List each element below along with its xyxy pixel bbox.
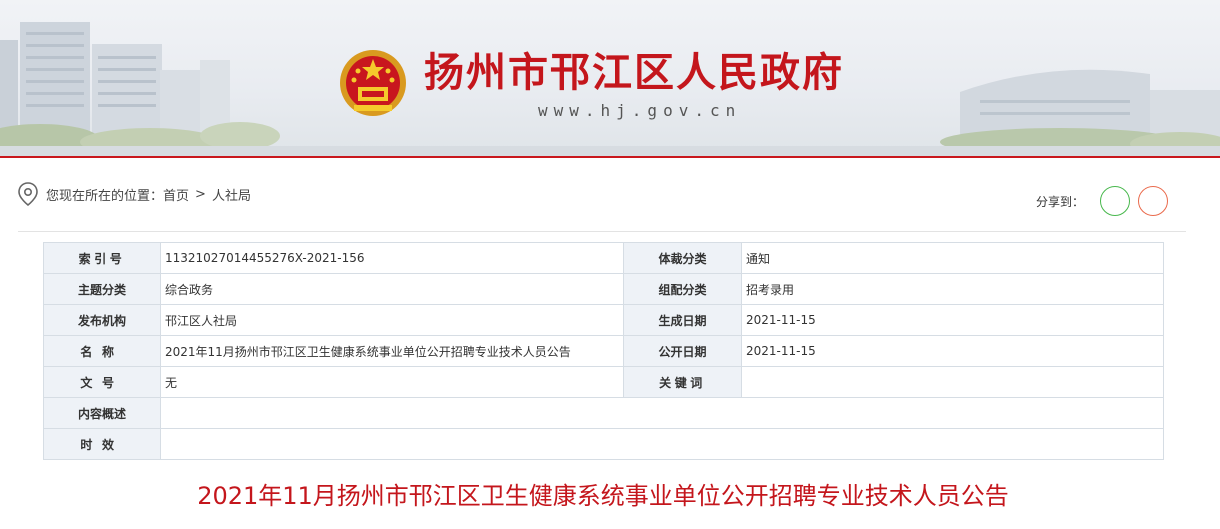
share-bar: 分享到： xyxy=(1036,185,1176,217)
doc-no-label: 文号 xyxy=(43,366,161,398)
topic-value: 综合政务 xyxy=(160,273,624,305)
site-header-banner: 扬州市邗江区人民政府 www.hj.gov.cn xyxy=(0,0,1220,158)
table-row: 主题分类 综合政务 组配分类 招考录用 xyxy=(43,273,1164,305)
breadcrumb-separator: > xyxy=(195,186,206,202)
breadcrumb: 您现在所在的位置： 首页 > 人社局 xyxy=(18,180,251,208)
genre-label: 体裁分类 xyxy=(623,242,742,274)
published-date-value: 2021-11-15 xyxy=(741,335,1164,367)
genre-value: 通知 xyxy=(741,242,1164,274)
table-row: 索引号 11321027014455276X-2021-156 体裁分类 通知 xyxy=(43,242,1164,274)
keywords-value xyxy=(741,366,1164,398)
national-emblem-icon xyxy=(340,50,406,116)
created-date-label: 生成日期 xyxy=(623,304,742,336)
site-title: 扬州市邗江区人民政府 xyxy=(424,50,844,96)
name-value: 2021年11月扬州市邗江区卫生健康系统事业单位公开招聘专业技术人员公告 xyxy=(160,335,624,367)
topic-label: 主题分类 xyxy=(43,273,161,305)
published-date-label: 公开日期 xyxy=(623,335,742,367)
index-no-value: 11321027014455276X-2021-156 xyxy=(160,242,624,274)
index-no-label: 索引号 xyxy=(43,242,161,274)
name-label: 名称 xyxy=(43,335,161,367)
table-row: 发布机构 邗江区人社局 生成日期 2021-11-15 xyxy=(43,304,1164,336)
breadcrumb-home-link[interactable]: 首页 xyxy=(163,185,189,204)
keywords-label: 关键词 xyxy=(623,366,742,398)
wechat-icon[interactable] xyxy=(1100,186,1131,216)
category-label: 组配分类 xyxy=(623,273,742,305)
table-row: 时效 xyxy=(43,428,1164,460)
header-divider xyxy=(0,156,1220,158)
publisher-label: 发布机构 xyxy=(43,304,161,336)
breadcrumb-current-link[interactable]: 人社局 xyxy=(212,185,251,204)
breadcrumb-prefix: 您现在所在的位置： xyxy=(46,188,164,204)
summary-label: 内容概述 xyxy=(43,397,161,429)
table-row: 名称 2021年11月扬州市邗江区卫生健康系统事业单位公开招聘专业技术人员公告 … xyxy=(43,335,1164,367)
article-title: 2021年11月扬州市邗江区卫生健康系统事业单位公开招聘专业技术人员公告 xyxy=(197,482,1009,510)
validity-value xyxy=(160,428,1164,460)
summary-value xyxy=(160,397,1164,429)
document-meta-table: 索引号 11321027014455276X-2021-156 体裁分类 通知 … xyxy=(43,242,1164,460)
publisher-value: 邗江区人社局 xyxy=(160,304,624,336)
site-url: www.hj.gov.cn xyxy=(538,101,742,120)
table-row: 文号 无 关键词 xyxy=(43,366,1164,398)
content-divider xyxy=(18,231,1186,232)
validity-label: 时效 xyxy=(43,428,161,460)
category-value: 招考录用 xyxy=(741,273,1164,305)
table-row: 内容概述 xyxy=(43,397,1164,429)
doc-no-value: 无 xyxy=(160,366,624,398)
weibo-icon[interactable] xyxy=(1138,186,1169,216)
share-label: 分享到： xyxy=(1036,194,1085,209)
location-pin-icon xyxy=(18,182,38,206)
created-date-value: 2021-11-15 xyxy=(741,304,1164,336)
